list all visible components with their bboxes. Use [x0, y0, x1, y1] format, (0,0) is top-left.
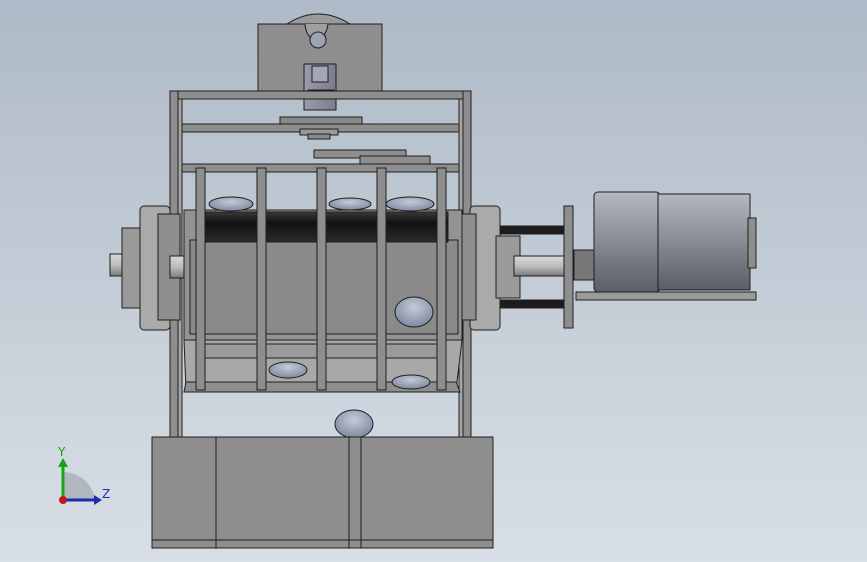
x-axis-dot — [59, 496, 67, 504]
cad-viewport[interactable]: Y Z — [0, 0, 867, 562]
assembly-view[interactable]: Y Z — [0, 0, 867, 562]
z-axis-label: Z — [102, 487, 110, 501]
collection-bin[interactable] — [151, 436, 494, 549]
drive-motor[interactable] — [575, 191, 757, 301]
y-axis-label: Y — [57, 445, 66, 459]
